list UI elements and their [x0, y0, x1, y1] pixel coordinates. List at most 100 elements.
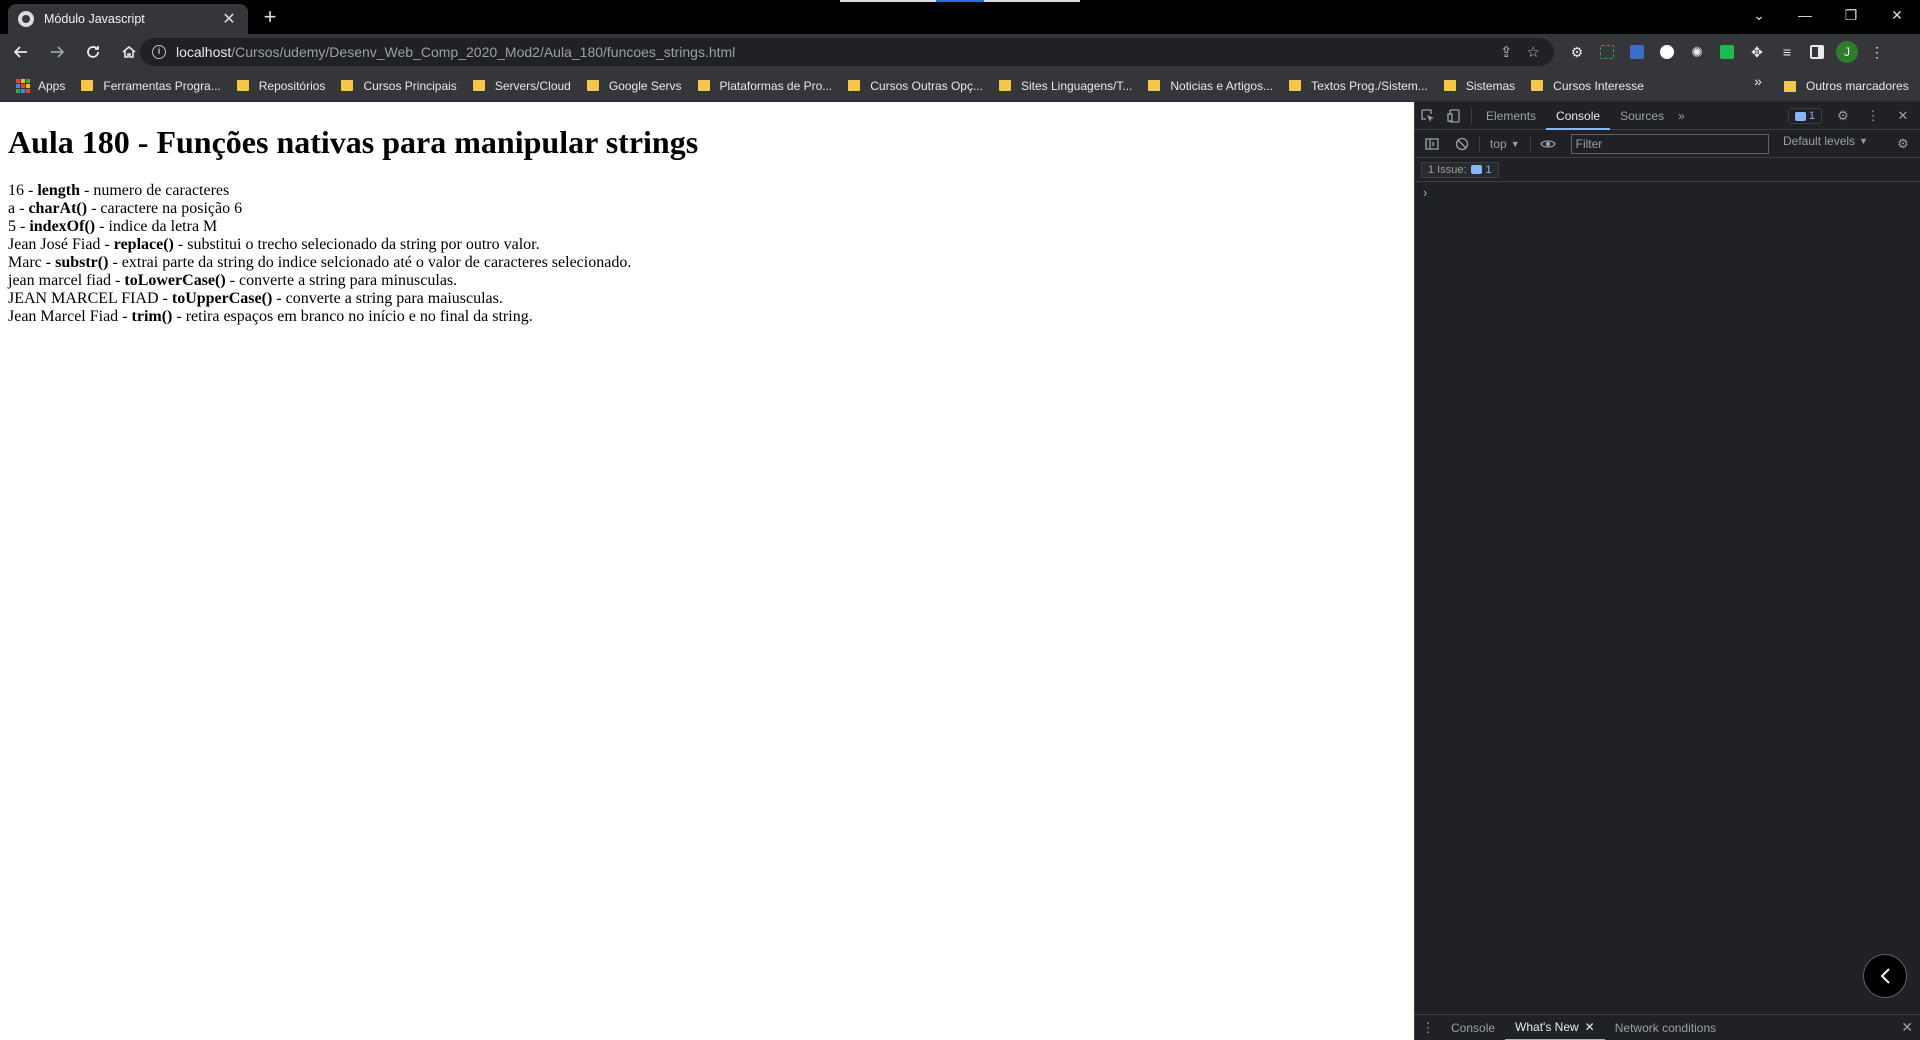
toolbar-divider — [1529, 135, 1531, 152]
issues-badge-count: 1 — [1485, 163, 1492, 176]
cursor-box-icon — [1421, 108, 1434, 122]
issues-link-button[interactable]: 1 Issue: 1 — [1421, 161, 1499, 178]
bookmarks-overflow-button[interactable]: » — [1748, 73, 1768, 89]
devtools-close-icon[interactable]: ✕ — [1890, 103, 1916, 129]
result-value: JEAN MARCEL FIAD — [8, 289, 159, 307]
bookmark-folder[interactable]: Plataformas de Pro... — [690, 73, 841, 99]
bookmark-folder[interactable]: Noticias e Artigos... — [1140, 73, 1281, 99]
bookmark-folder[interactable]: Cursos Principais — [333, 73, 464, 99]
sidebar-toggle-icon[interactable] — [1419, 131, 1445, 157]
bookmark-other[interactable]: Outros marcadores — [1776, 73, 1917, 99]
address-bar[interactable]: i localhost/Cursos/udemy/Desenv_Web_Comp… — [140, 38, 1554, 66]
bookmark-folder[interactable]: Cursos Outras Opç... — [840, 73, 991, 99]
method-description: extrai parte da string do indice selcion… — [121, 253, 632, 271]
tab-sources[interactable]: Sources — [1610, 102, 1674, 130]
tab-search-button[interactable]: ⌄ — [1736, 0, 1782, 30]
result-line: Jean José Fiad - replace() - substitui o… — [8, 235, 540, 253]
bookmark-label: Ferramentas Progra... — [103, 78, 221, 93]
method-name: toLowerCase() — [124, 271, 226, 289]
device-toolbar-icon[interactable] — [1441, 103, 1467, 129]
folder-icon — [1289, 80, 1302, 91]
bookmark-folder[interactable]: Textos Prog./Sistem... — [1281, 73, 1436, 99]
restore-button[interactable]: ❐ — [1828, 0, 1874, 30]
bookmark-star-icon[interactable]: ☆ — [1527, 43, 1540, 61]
drawer-tab-network-conditions[interactable]: Network conditions — [1605, 1015, 1726, 1040]
method-name: length — [37, 181, 80, 199]
bookmark-folder[interactable]: Google Servs — [579, 73, 690, 99]
bookmark-label: Outros marcadores — [1806, 79, 1909, 93]
device-icon — [1447, 108, 1460, 123]
panel-left-icon — [1425, 137, 1439, 150]
side-panel-icon[interactable] — [1806, 41, 1828, 63]
screenshot-extension-icon[interactable] — [1596, 41, 1618, 63]
reload-button[interactable] — [78, 37, 108, 67]
minimize-button[interactable]: — — [1782, 0, 1828, 30]
result-value: Jean Marcel Fiad — [8, 307, 119, 325]
drawer-menu-icon[interactable]: ⋮ — [1415, 1015, 1441, 1040]
live-expression-icon[interactable] — [1535, 131, 1561, 157]
bookmark-folder[interactable]: Repositórios — [229, 73, 334, 99]
window-extension-icon[interactable] — [1626, 41, 1648, 63]
bookmark-folder[interactable]: Cursos Interesse — [1523, 73, 1652, 99]
folder-icon — [236, 80, 249, 91]
bookmark-apps[interactable]: Apps — [8, 73, 73, 99]
kebab-menu-icon[interactable]: ⋮ — [1866, 41, 1888, 63]
share-icon[interactable]: ⇪ — [1500, 43, 1513, 61]
toolbar-divider — [1471, 107, 1472, 124]
issues-counter-button[interactable]: 1 — [1787, 108, 1822, 124]
new-tab-button[interactable]: + — [258, 6, 282, 30]
floating-collapse-button[interactable] — [1863, 954, 1907, 998]
console-settings-icon[interactable]: ⚙ — [1890, 131, 1916, 157]
folder-icon — [998, 80, 1011, 91]
prompt-chevron-icon: › — [1423, 184, 1428, 200]
circle-extension-icon[interactable] — [1656, 41, 1678, 63]
site-info-icon[interactable]: i — [152, 45, 166, 59]
react-extension-icon[interactable]: ✺ — [1686, 41, 1708, 63]
tab-close-button[interactable]: ✕ — [220, 9, 238, 29]
drawer-tab-whats-new[interactable]: What's New ✕ — [1505, 1015, 1605, 1040]
forward-button[interactable] — [42, 37, 72, 67]
bookmark-folder[interactable]: Servers/Cloud — [465, 73, 579, 99]
bookmark-label: Cursos Interesse — [1553, 78, 1644, 93]
bookmark-folder[interactable]: Sistemas — [1436, 73, 1523, 99]
url-text[interactable]: localhost/Cursos/udemy/Desenv_Web_Comp_2… — [176, 44, 1500, 60]
bookmarks-bar: Apps Ferramentas Progra... Repositórios … — [0, 70, 1920, 102]
settings-extension-icon[interactable]: ⚙ — [1566, 41, 1588, 63]
reading-list-icon[interactable]: ≡ — [1776, 41, 1798, 63]
method-name: toUpperCase() — [171, 289, 273, 307]
browser-tab[interactable]: Módulo Javascript ✕ — [8, 4, 248, 34]
bookmark-folder[interactable]: Ferramentas Progra... — [73, 73, 228, 99]
result-line: jean marcel fiad - toLowerCase() - conve… — [8, 271, 458, 289]
result-line: 5 - indexOf() - indice da letra M — [8, 217, 218, 235]
result-line: a - charAt() - caractere na posição 6 — [8, 199, 243, 217]
inspect-element-icon[interactable] — [1415, 103, 1441, 129]
green-extension-icon[interactable] — [1716, 41, 1738, 63]
devtools-settings-icon[interactable]: ⚙ — [1830, 103, 1856, 129]
devtools-menu-icon[interactable]: ⋮ — [1860, 103, 1886, 129]
result-value: Marc — [8, 253, 42, 271]
console-prompt[interactable]: › — [1415, 182, 1920, 202]
tab-console[interactable]: Console — [1546, 102, 1611, 130]
context-selector[interactable]: top ▼ — [1484, 137, 1526, 151]
close-window-button[interactable]: ✕ — [1874, 0, 1920, 30]
profile-avatar[interactable]: J — [1836, 41, 1858, 63]
result-value: jean marcel fiad — [8, 271, 112, 289]
bookmark-label: Cursos Outras Opç... — [870, 78, 983, 93]
log-levels-dropdown[interactable]: Default levels ▼ — [1777, 134, 1874, 148]
toolbar-divider — [1479, 135, 1480, 152]
bookmark-folder[interactable]: Sites Linguagens/T... — [991, 73, 1140, 99]
close-icon[interactable]: ✕ — [1585, 1015, 1595, 1039]
bookmark-label: Google Servs — [608, 78, 682, 93]
method-description: caractere na posição 6 — [100, 199, 243, 217]
drawer-close-icon[interactable]: ✕ — [1901, 1019, 1913, 1036]
folder-icon — [697, 80, 710, 91]
back-button[interactable] — [6, 37, 36, 67]
more-tabs-button[interactable]: » — [1674, 102, 1689, 130]
drawer-tab-console[interactable]: Console — [1441, 1015, 1505, 1040]
tab-elements[interactable]: Elements — [1476, 102, 1546, 130]
clear-console-icon[interactable] — [1449, 131, 1475, 157]
result-list: 16 - length - numero de caracteres a - c… — [8, 182, 1406, 326]
tab-strip: Módulo Javascript ✕ + ⌄ — ❐ ✕ — [0, 0, 1920, 34]
console-filter-input[interactable] — [1570, 133, 1769, 154]
puzzle-icon[interactable]: ✥ — [1746, 41, 1768, 63]
